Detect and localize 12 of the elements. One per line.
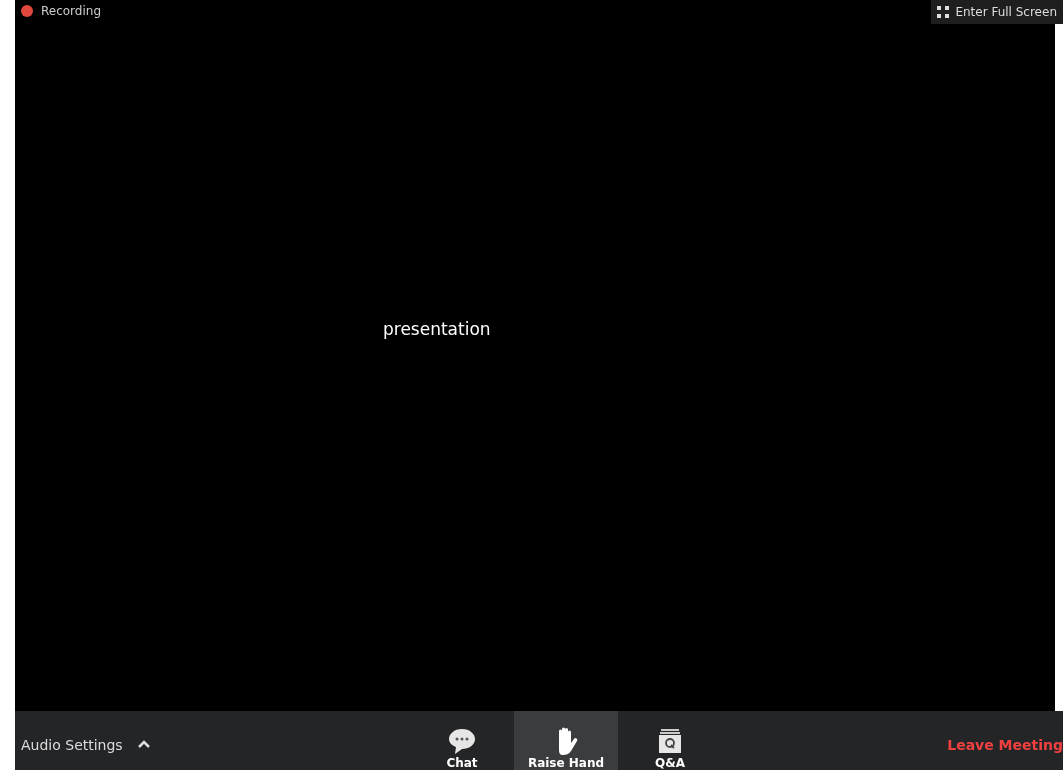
recording-dot-icon bbox=[21, 5, 33, 17]
chat-bubble-icon bbox=[447, 726, 477, 756]
audio-settings-button[interactable]: Audio Settings bbox=[15, 719, 157, 770]
q-and-a-button[interactable]: Q&A bbox=[618, 711, 722, 770]
raise-hand-button[interactable]: Raise Hand bbox=[514, 711, 618, 770]
caret-icon bbox=[136, 740, 151, 749]
fullscreen-icon bbox=[937, 6, 950, 18]
leave-meeting-button[interactable]: Leave Meeting bbox=[947, 711, 1063, 770]
presentation-text: presentation bbox=[383, 319, 491, 339]
enter-full-screen-button[interactable]: Enter Full Screen bbox=[931, 0, 1063, 24]
chat-button[interactable]: Chat bbox=[410, 711, 514, 770]
recording-label: Recording bbox=[41, 4, 102, 18]
